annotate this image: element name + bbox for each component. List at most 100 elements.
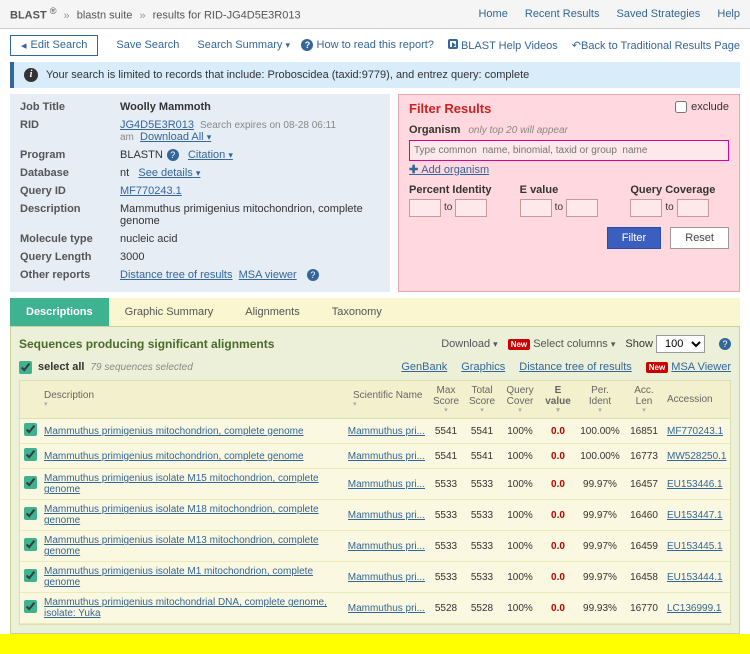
add-organism-link[interactable]: Add organism [409, 163, 489, 176]
row-max-score: 5533 [428, 568, 464, 587]
row-description-link[interactable]: Mammuthus primigenius isolate M15 mitoch… [44, 473, 319, 495]
row-accession-link[interactable]: EU153447.1 [667, 510, 723, 521]
col-query-cover[interactable]: Query Cover▾ [500, 381, 540, 419]
graphics-link[interactable]: Graphics [461, 361, 505, 373]
help-icon[interactable]: ? [307, 269, 319, 281]
nav-recent-results[interactable]: Recent Results [525, 8, 600, 20]
distance-tree-link[interactable]: Distance tree of results [519, 361, 632, 373]
help-icon[interactable]: ? [167, 149, 179, 161]
table-header: Description▾ Scientific Name▾ Max Score▾… [20, 381, 730, 420]
download-dropdown[interactable]: Download ▾ [441, 338, 498, 350]
qc-from-input[interactable] [630, 199, 662, 217]
search-metadata-panel: Job TitleWoolly Mammoth RIDJG4D5E3R013Se… [10, 94, 390, 292]
row-e-value: 0.0 [540, 475, 576, 494]
msa-viewer-link[interactable]: MSA viewer [239, 269, 297, 281]
col-acc-len[interactable]: Acc. Len▾ [624, 381, 664, 419]
help-icon[interactable]: ? [719, 338, 731, 350]
tab-taxonomy[interactable]: Taxonomy [316, 298, 398, 326]
show-count-select[interactable]: 100 [656, 335, 705, 353]
tab-alignments[interactable]: Alignments [229, 298, 315, 326]
row-description-link[interactable]: Mammuthus primigenius mitochondrial DNA,… [44, 597, 327, 619]
row-checkbox[interactable] [24, 448, 37, 461]
row-accession-link[interactable]: MF770243.1 [667, 426, 723, 437]
genbank-link[interactable]: GenBank [401, 361, 447, 373]
row-accession-link[interactable]: EU153445.1 [667, 541, 723, 552]
tab-descriptions[interactable]: Descriptions [10, 298, 109, 326]
table-row: Mammuthus primigenius isolate M1 mitocho… [20, 562, 730, 593]
row-description-link[interactable]: Mammuthus primigenius isolate M13 mitoch… [44, 535, 319, 557]
edit-search-button[interactable]: ◂ Edit Search [10, 35, 98, 56]
row-description-link[interactable]: Mammuthus primigenius mitochondrion, com… [44, 426, 304, 437]
sort-icon: ▾ [503, 407, 537, 415]
sort-icon: ▾ [627, 407, 661, 415]
rid-link[interactable]: JG4D5E3R013 [120, 119, 194, 131]
row-description-link[interactable]: Mammuthus primigenius isolate M18 mitoch… [44, 504, 319, 526]
col-description[interactable]: Description▾ [40, 386, 350, 413]
row-query-cover: 100% [500, 447, 540, 466]
row-scientific-name-link[interactable]: Mammuthus pri... [348, 479, 425, 490]
row-total-score: 5533 [464, 475, 500, 494]
col-accession[interactable]: Accession [664, 390, 730, 409]
row-checkbox[interactable] [24, 507, 37, 520]
query-id-link[interactable]: MF770243.1 [120, 185, 182, 197]
col-total-score[interactable]: Total Score▾ [464, 381, 500, 419]
citation-dropdown[interactable]: Citation ▾ [188, 149, 233, 161]
qc-to-input[interactable] [677, 199, 709, 217]
nav-saved-strategies[interactable]: Saved Strategies [617, 8, 701, 20]
filter-button[interactable]: Filter [607, 227, 661, 249]
row-total-score: 5541 [464, 422, 500, 441]
see-details-dropdown[interactable]: See details ▾ [138, 167, 200, 179]
row-description-link[interactable]: Mammuthus primigenius mitochondrion, com… [44, 451, 304, 462]
row-scientific-name-link[interactable]: Mammuthus pri... [348, 426, 425, 437]
download-all-link[interactable]: Download All ▾ [140, 131, 211, 143]
back-traditional-link[interactable]: ↶Back to Traditional Results Page [572, 39, 740, 52]
sort-icon: ▾ [467, 407, 497, 415]
sort-icon: ▾ [431, 407, 461, 415]
row-description-link[interactable]: Mammuthus primigenius isolate M1 mitocho… [44, 566, 313, 588]
select-all-checkbox[interactable] [19, 361, 32, 374]
col-e-value[interactable]: E value▾ [540, 381, 576, 419]
sort-icon: ▾ [543, 407, 573, 415]
msa-viewer-link[interactable]: MSA Viewer [671, 361, 731, 373]
row-scientific-name-link[interactable]: Mammuthus pri... [348, 603, 425, 614]
help-videos-link[interactable]: BLAST Help Videos [448, 39, 558, 52]
save-search-link[interactable]: Save Search [116, 39, 179, 51]
nav-home[interactable]: Home [478, 8, 507, 20]
how-to-read-link[interactable]: ? How to read this report? [301, 39, 433, 51]
row-accession-link[interactable]: EU153444.1 [667, 572, 723, 583]
row-scientific-name-link[interactable]: Mammuthus pri... [348, 572, 425, 583]
search-summary-dropdown[interactable]: Search Summary ▾ [197, 39, 290, 51]
evalue-to-input[interactable] [566, 199, 598, 217]
row-checkbox[interactable] [24, 569, 37, 582]
distance-tree-link[interactable]: Distance tree of results [120, 269, 233, 281]
row-e-value: 0.0 [540, 599, 576, 618]
row-accession-link[interactable]: EU153446.1 [667, 479, 723, 490]
evalue-from-input[interactable] [520, 199, 552, 217]
row-scientific-name-link[interactable]: Mammuthus pri... [348, 451, 425, 462]
exclude-checkbox[interactable] [675, 101, 687, 113]
row-checkbox[interactable] [24, 423, 37, 436]
row-acc-len: 16770 [624, 599, 664, 618]
row-checkbox[interactable] [24, 600, 37, 613]
organism-input[interactable] [409, 140, 729, 161]
chevron-down-icon: ▾ [493, 339, 498, 349]
row-accession-link[interactable]: MW528250.1 [667, 451, 726, 462]
row-checkbox[interactable] [24, 476, 37, 489]
col-max-score[interactable]: Max Score▾ [428, 381, 464, 419]
col-scientific-name[interactable]: Scientific Name▾ [350, 386, 428, 413]
pi-from-input[interactable] [409, 199, 441, 217]
reset-button[interactable]: Reset [670, 227, 729, 249]
tab-graphic-summary[interactable]: Graphic Summary [109, 298, 230, 326]
row-total-score: 5528 [464, 599, 500, 618]
row-scientific-name-link[interactable]: Mammuthus pri... [348, 541, 425, 552]
nav-help[interactable]: Help [717, 8, 740, 20]
row-max-score: 5528 [428, 599, 464, 618]
col-per-ident[interactable]: Per. Ident▾ [576, 381, 624, 419]
chevron-down-icon: ▾ [285, 40, 290, 50]
select-columns-dropdown[interactable]: Select columns ▾ [533, 338, 615, 350]
row-scientific-name-link[interactable]: Mammuthus pri... [348, 510, 425, 521]
row-accession-link[interactable]: LC136999.1 [667, 603, 722, 614]
pi-to-input[interactable] [455, 199, 487, 217]
row-checkbox[interactable] [24, 538, 37, 551]
row-e-value: 0.0 [540, 537, 576, 556]
